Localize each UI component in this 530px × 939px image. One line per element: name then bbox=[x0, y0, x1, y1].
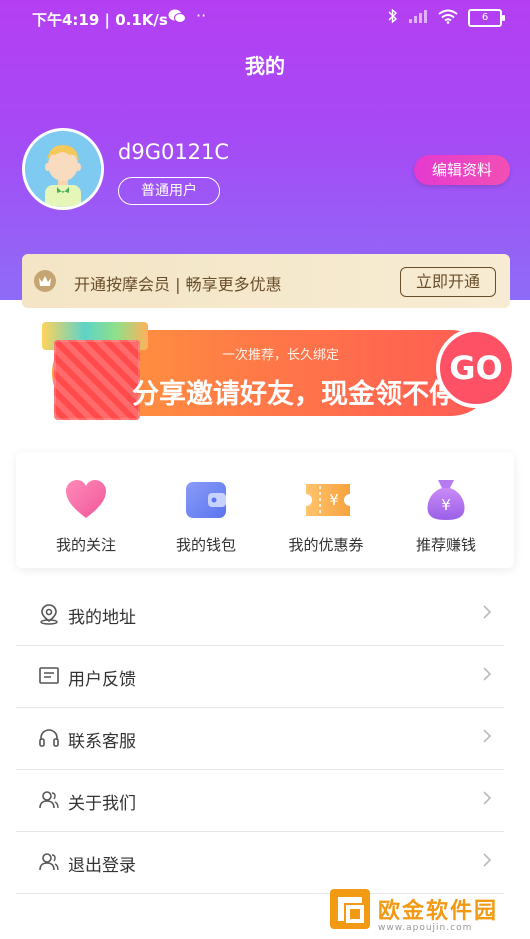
logout-user-icon bbox=[38, 851, 60, 873]
status-time: 下午4:19 | 0.1K/s bbox=[32, 11, 168, 29]
watermark-logo bbox=[330, 889, 370, 929]
svg-text:¥: ¥ bbox=[441, 496, 451, 514]
signal-icon bbox=[408, 9, 428, 27]
page-title: 我的 bbox=[245, 54, 285, 78]
menu-item-label: 我的地址 bbox=[68, 608, 136, 628]
quick-action-label: 我的优惠券 bbox=[288, 536, 364, 554]
quick-action-referral[interactable]: ¥ 推荐赚钱 bbox=[386, 478, 506, 555]
menu-item-address[interactable]: 我的地址 bbox=[16, 584, 504, 646]
banner-subtitle: 一次推荐，长久绑定 bbox=[222, 348, 340, 363]
watermark-text: 欧金软件园 bbox=[378, 899, 499, 924]
username: d9G0121C bbox=[118, 140, 230, 164]
more-dots-icon: ·· bbox=[196, 6, 207, 25]
feedback-icon bbox=[38, 665, 60, 687]
menu-item-label: 关于我们 bbox=[68, 794, 136, 814]
menu-item-feedback[interactable]: 用户反馈 bbox=[16, 646, 504, 708]
svg-text:¥: ¥ bbox=[329, 491, 339, 509]
battery-icon: 6 bbox=[468, 9, 505, 27]
menu-item-label: 退出登录 bbox=[68, 856, 136, 876]
location-icon bbox=[38, 603, 60, 625]
status-bar: 下午4:19 | 0.1K/s ·· 6 bbox=[0, 0, 530, 36]
watermark: 欧金软件园 www.apoujin.com bbox=[330, 887, 520, 933]
chevron-right-icon bbox=[482, 852, 492, 867]
chevron-right-icon bbox=[482, 604, 492, 619]
open-vip-button[interactable]: 立即开通 bbox=[400, 267, 496, 297]
money-bag-icon: ¥ bbox=[424, 478, 468, 522]
chevron-right-icon bbox=[482, 790, 492, 805]
invite-friends-banner[interactable]: 一次推荐，长久绑定 分享邀请好友，现金领不停 GO bbox=[32, 322, 516, 422]
watermark-url: www.apoujin.com bbox=[378, 923, 473, 933]
quick-action-label: 我的关注 bbox=[55, 536, 116, 554]
wifi-icon bbox=[438, 9, 458, 28]
menu-item-label: 联系客服 bbox=[68, 732, 136, 752]
go-button[interactable]: GO bbox=[436, 328, 516, 408]
wechat-icon bbox=[168, 9, 186, 28]
quick-action-follow[interactable]: 我的关注 bbox=[26, 478, 146, 555]
edit-profile-button[interactable]: 编辑资料 bbox=[414, 155, 510, 185]
settings-menu: 我的地址 用户反馈 联系客服 关于我们 退出登录 bbox=[16, 584, 504, 894]
menu-item-about[interactable]: 关于我们 bbox=[16, 770, 504, 832]
crown-icon bbox=[34, 270, 56, 292]
menu-item-customer-service[interactable]: 联系客服 bbox=[16, 708, 504, 770]
vip-promo-text: 开通按摩会员 | 畅享更多优惠 bbox=[74, 275, 282, 294]
quick-action-wallet[interactable]: 我的钱包 bbox=[146, 478, 266, 555]
bluetooth-icon bbox=[388, 8, 398, 28]
headset-icon bbox=[38, 727, 60, 749]
avatar-illustration bbox=[25, 131, 101, 207]
menu-item-logout[interactable]: 退出登录 bbox=[16, 832, 504, 894]
banner-title: 分享邀请好友，现金领不停 bbox=[132, 379, 456, 410]
coupon-icon: ¥ bbox=[304, 478, 350, 522]
gift-box-icon bbox=[54, 340, 140, 420]
quick-action-coupons[interactable]: ¥ 我的优惠券 bbox=[266, 478, 386, 555]
heart-icon bbox=[64, 478, 108, 522]
vip-membership-bar[interactable]: 开通按摩会员 | 畅享更多优惠 立即开通 bbox=[22, 254, 510, 308]
wallet-icon bbox=[184, 478, 228, 522]
chevron-right-icon bbox=[482, 728, 492, 743]
user-level-badge: 普通用户 bbox=[118, 177, 220, 205]
menu-item-label: 用户反馈 bbox=[68, 670, 136, 690]
quick-actions-card: 我的关注 我的钱包 ¥ 我的优惠券 ¥ 推荐赚钱 bbox=[16, 452, 514, 568]
quick-action-label: 我的钱包 bbox=[175, 536, 236, 554]
chevron-right-icon bbox=[482, 666, 492, 681]
quick-action-label: 推荐赚钱 bbox=[415, 536, 476, 554]
users-icon bbox=[38, 789, 60, 811]
avatar[interactable] bbox=[22, 128, 104, 210]
